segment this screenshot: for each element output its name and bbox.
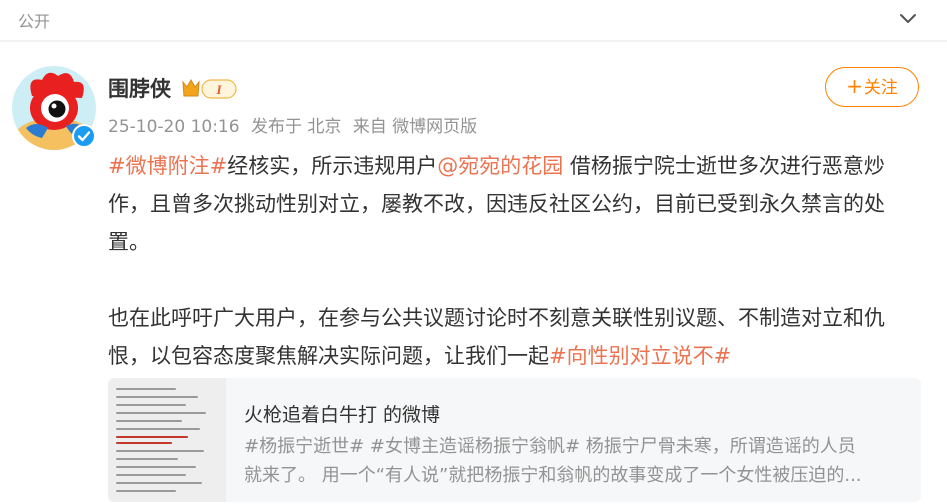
repost-thumbnail[interactable]	[108, 378, 226, 502]
visibility-label: 公开	[18, 12, 51, 31]
thumbnail-text-line	[116, 474, 186, 476]
hashtag-link[interactable]: #微博附注#	[108, 154, 227, 178]
thumbnail-text-line	[116, 412, 206, 414]
hashtag-link[interactable]: #向性别对立说不#	[549, 344, 731, 368]
post-meta: 25-10-20 10:16 发布于 北京 来自 微博网页版	[108, 112, 483, 137]
follow-button[interactable]: +关注	[825, 67, 919, 107]
repost-excerpt-line: #杨振宁逝世# #女博主造谣杨振宁翁帆# 杨振宁尸骨未寒，所谓造谣的人员	[244, 436, 856, 457]
repost-title[interactable]: 火枪追着白牛打 的微博	[244, 400, 440, 427]
badge-text: I	[215, 82, 222, 97]
weibo-post-page: 公开 围脖侠 I 25-10-20 10:16 发布于 北京 来自 微博网页版 …	[0, 0, 947, 504]
thumbnail-text-line	[116, 396, 198, 398]
thumbnail-highlight-line	[116, 436, 188, 438]
header-divider	[0, 40, 947, 42]
repost-card[interactable]: 火枪追着白牛打 的微博 #杨振宁逝世# #女博主造谣杨振宁翁帆# 杨振宁尸骨未寒…	[108, 378, 921, 502]
thumbnail-text-line	[116, 466, 196, 468]
post-content: #微博附注#经核实，所示违规用户@宛宛的花园 借杨振宁院士逝世多次进行恶意炒作，…	[108, 147, 923, 375]
verified-icon	[72, 124, 96, 148]
post-paragraph-1: #微博附注#经核实，所示违规用户@宛宛的花园 借杨振宁院士逝世多次进行恶意炒作，…	[108, 147, 923, 261]
post-text: 经核实，所示违规用户	[227, 154, 438, 178]
thumbnail-text-line	[116, 388, 176, 390]
member-badge-icon[interactable]: I	[180, 76, 238, 102]
thumbnail-text-line	[116, 450, 204, 452]
thumbnail-text-line	[116, 458, 178, 460]
thumbnail-text-line	[116, 428, 200, 430]
thumbnail-text-line	[116, 482, 202, 484]
post-timestamp[interactable]: 25-10-20 10:16	[108, 117, 240, 137]
thumbnail-text-line	[116, 404, 186, 406]
plus-icon: +	[846, 74, 863, 98]
thumbnail-text-line	[116, 490, 176, 492]
chevron-down-icon[interactable]	[897, 10, 919, 28]
post-header-bar: 公开	[0, 0, 947, 40]
mention-link[interactable]: @宛宛的花园	[437, 154, 563, 178]
post-paragraph-2: 也在此呼吁广大用户，在参与公共议题讨论时不刻意关联性别议题、不制造对立和仇恨，以…	[108, 299, 923, 375]
username[interactable]: 围脖侠	[108, 73, 171, 103]
repost-excerpt-line: 就来了。 用一个“有人说”就把杨振宁和翁帆的故事变成了一个女性被压迫的...	[244, 465, 862, 486]
post-source: 来自 微博网页版	[352, 117, 478, 137]
repost-excerpt: #杨振宁逝世# #女博主造谣杨振宁翁帆# 杨振宁尸骨未寒，所谓造谣的人员 就来了…	[244, 432, 908, 490]
thumbnail-text-line	[116, 420, 182, 422]
post-text: 也在此呼吁广大用户，在参与公共议题讨论时不刻意关联性别议题、不制造对立和仇恨，以…	[108, 306, 885, 368]
follow-label: 关注	[863, 78, 898, 98]
post-location: 发布于 北京	[250, 117, 342, 137]
thumbnail-highlight-line	[116, 442, 172, 444]
